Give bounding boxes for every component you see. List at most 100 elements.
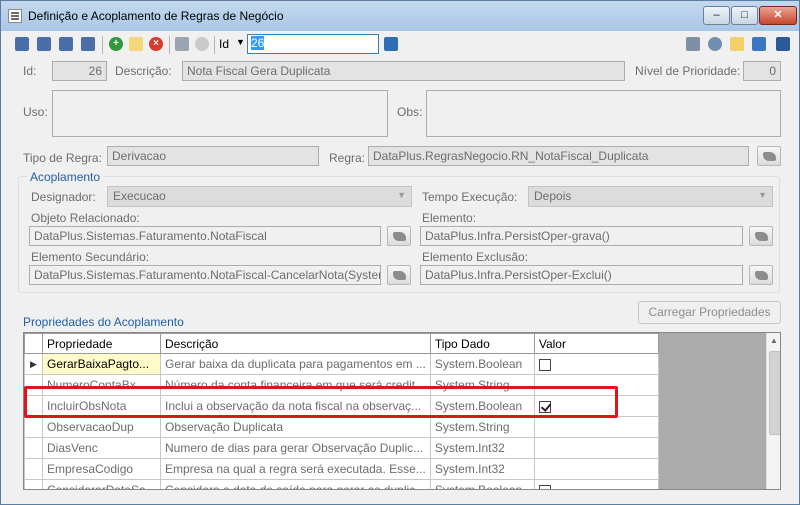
chevron-down-icon: ▼ xyxy=(758,190,767,200)
exit-icon[interactable] xyxy=(776,37,790,51)
save-icon[interactable] xyxy=(175,37,189,51)
cell-valor[interactable] xyxy=(533,353,659,375)
acoplamento-title: Acoplamento xyxy=(27,170,104,184)
cell-propriedade[interactable]: GerarBaixaPagto... xyxy=(42,353,161,375)
maximize-button[interactable]: □ xyxy=(731,6,758,25)
descricao-field[interactable]: Nota Fiscal Gera Duplicata xyxy=(182,61,625,81)
search-binoculars-icon xyxy=(393,232,406,241)
obs-textarea[interactable] xyxy=(426,90,781,137)
cell-descricao-text: Gerar baixa da duplicata para pagamentos… xyxy=(165,357,426,371)
carregar-propriedades-button[interactable]: Carregar Propriedades xyxy=(638,301,781,324)
regra-field[interactable]: DataPlus.RegrasNegocio.RN_NotaFiscal_Dup… xyxy=(368,146,749,166)
table-row[interactable]: ConsiderarDataSa... Considera a data de s… xyxy=(24,479,659,489)
nivel-prioridade-field[interactable]: 0 xyxy=(743,61,781,81)
add-icon[interactable]: + xyxy=(109,37,123,51)
elemento-secundario-label: Elemento Secundário: xyxy=(31,250,150,264)
valor-checkbox[interactable] xyxy=(538,484,551,489)
row-selector[interactable]: ▶ xyxy=(24,353,43,375)
column-header-descricao[interactable]: Descrição xyxy=(160,333,431,354)
row-selector[interactable] xyxy=(24,458,43,480)
cell-valor[interactable] xyxy=(533,437,659,459)
elemento-pick-button[interactable] xyxy=(749,226,773,246)
cell-descricao[interactable]: Empresa na qual a regra será executada. … xyxy=(160,458,431,480)
next-record-icon[interactable] xyxy=(59,37,73,51)
close-button[interactable]: ✕ xyxy=(759,6,797,25)
row-header-corner xyxy=(24,333,43,354)
objeto-pick-button[interactable] xyxy=(387,226,411,246)
previous-record-icon[interactable] xyxy=(37,37,51,51)
scroll-up-icon[interactable]: ▲ xyxy=(770,336,778,345)
nivel-prioridade-label: Nível de Prioridade: xyxy=(635,64,741,78)
scroll-thumb[interactable] xyxy=(769,351,780,435)
settings-icon[interactable] xyxy=(708,37,722,51)
note-icon[interactable] xyxy=(730,37,744,51)
table-row[interactable]: DiasVenc Numero de dias para gerar Observ… xyxy=(24,437,659,459)
cell-tipo-dado[interactable]: System.Boolean xyxy=(429,353,535,375)
cell-propriedade[interactable]: DiasVenc xyxy=(42,437,161,459)
cell-valor[interactable] xyxy=(533,416,659,438)
table-row[interactable]: EmpresaCodigo Empresa na qual a regra ser… xyxy=(24,458,659,480)
id-field[interactable]: 26 xyxy=(52,61,107,81)
edit-icon[interactable] xyxy=(129,37,143,51)
id-search-input[interactable]: 26 xyxy=(247,34,379,54)
grid-scrollbar[interactable]: ▲ xyxy=(766,333,780,489)
table-row[interactable]: ObservacaoDup Observação Duplicata System.… xyxy=(24,416,659,438)
cell-descricao[interactable]: Considera a data de saída para gerar as … xyxy=(160,479,431,489)
cell-tipo-dado[interactable]: System.String xyxy=(429,416,535,438)
last-record-icon[interactable] xyxy=(81,37,95,51)
tipo-regra-field[interactable]: Derivacao xyxy=(107,146,319,166)
cell-tipo-dado[interactable]: System.Int32 xyxy=(429,437,535,459)
column-header-valor[interactable]: Valor xyxy=(533,333,659,354)
cell-valor[interactable] xyxy=(533,479,659,489)
row-selector[interactable] xyxy=(24,479,43,489)
designador-select[interactable]: Execucao ▼ xyxy=(107,186,412,207)
search-binoculars-icon xyxy=(755,232,768,241)
cell-descricao[interactable]: Numero de dias para gerar Observação Dup… xyxy=(160,437,431,459)
column-header-propriedade[interactable]: Propriedade xyxy=(42,333,161,354)
id-search-value: 26 xyxy=(251,36,265,50)
column-header-tipo-dado[interactable]: Tipo Dado xyxy=(429,333,535,354)
table-header-row: Propriedade Descrição Tipo Dado Valor xyxy=(24,333,659,354)
uso-textarea[interactable] xyxy=(52,90,388,137)
objeto-relacionado-label: Objeto Relacionado: xyxy=(31,211,140,225)
go-search-icon[interactable] xyxy=(384,37,398,51)
form-icon xyxy=(8,9,22,23)
first-record-icon[interactable] xyxy=(15,37,29,51)
cell-propriedade[interactable]: ObservacaoDup xyxy=(42,416,161,438)
cell-descricao[interactable]: Observação Duplicata xyxy=(160,416,431,438)
cell-descricao[interactable]: Gerar baixa da duplicata para pagamentos… xyxy=(160,353,431,375)
secundario-pick-button[interactable] xyxy=(387,265,411,285)
exclusao-pick-button[interactable] xyxy=(749,265,773,285)
objeto-relacionado-field[interactable]: DataPlus.Sistemas.Faturamento.NotaFiscal xyxy=(29,226,381,246)
cell-valor[interactable] xyxy=(533,458,659,480)
cell-tipo-dado[interactable]: System.Int32 xyxy=(429,458,535,480)
undo-icon[interactable] xyxy=(195,37,209,51)
cell-descricao-text: Numero de dias para gerar Observação Dup… xyxy=(165,441,424,455)
elemento-exclusao-label: Elemento Exclusão: xyxy=(422,250,529,264)
toolbar-separator xyxy=(214,36,215,54)
report-icon[interactable] xyxy=(686,37,700,51)
cell-propriedade[interactable]: EmpresaCodigo xyxy=(42,458,161,480)
window-title: Definição e Acoplamento de Regras de Neg… xyxy=(28,9,284,23)
elemento-exclusao-field[interactable]: DataPlus.Infra.PersistOper-Exclui() xyxy=(420,265,743,285)
elemento-label: Elemento: xyxy=(422,211,477,225)
elemento-secundario-field[interactable]: DataPlus.Sistemas.Faturamento.NotaFiscal… xyxy=(29,265,381,285)
table-row[interactable]: ▶ GerarBaixaPagto... Gerar baixa da duplic… xyxy=(24,353,659,375)
chevron-down-icon[interactable]: ▼ xyxy=(236,37,245,47)
elemento-field[interactable]: DataPlus.Infra.PersistOper-grava() xyxy=(420,226,743,246)
cell-propriedade[interactable]: ConsiderarDataSa... xyxy=(42,479,161,489)
print-icon[interactable] xyxy=(752,37,766,51)
delete-icon[interactable]: × xyxy=(149,37,163,51)
row-selector[interactable] xyxy=(24,416,43,438)
valor-checkbox[interactable] xyxy=(538,358,551,371)
descricao-label: Descrição: xyxy=(115,64,172,78)
tipo-regra-label: Tipo de Regra: xyxy=(23,151,102,165)
designador-value: Execucao xyxy=(113,189,166,203)
tempo-execucao-select[interactable]: Depois ▼ xyxy=(528,186,773,207)
cell-tipo-dado-text: System.Int32 xyxy=(434,462,505,476)
minimize-button[interactable]: – xyxy=(703,6,730,25)
regra-label: Regra: xyxy=(329,151,366,165)
cell-tipo-dado[interactable]: System.Boolean xyxy=(429,479,535,489)
regra-pick-button[interactable] xyxy=(757,146,781,166)
row-selector[interactable] xyxy=(24,437,43,459)
